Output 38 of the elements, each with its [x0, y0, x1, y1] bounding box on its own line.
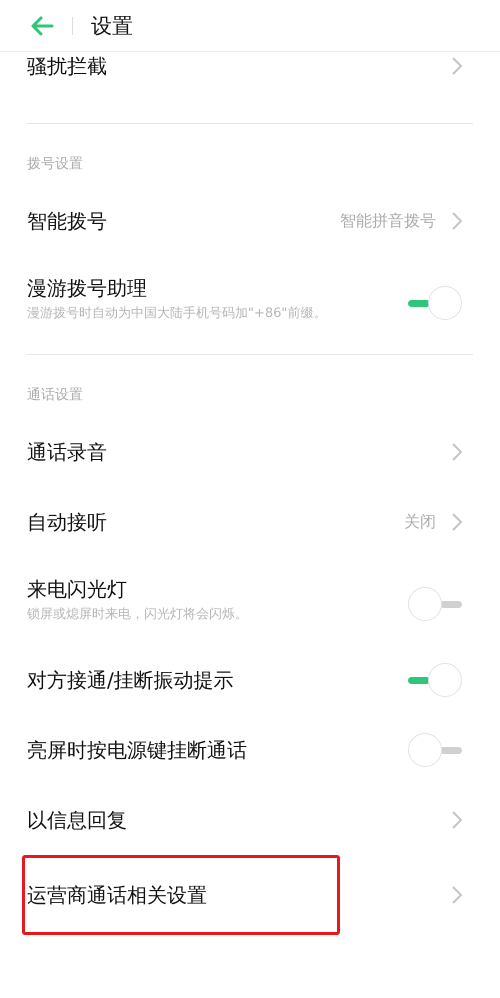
setting-title: 亮屏时按电源键挂断通话 — [27, 737, 248, 764]
setting-title: 来电闪光灯 — [27, 576, 128, 603]
settings-row[interactable]: 亮屏时按电源键挂断通话 — [0, 715, 500, 785]
settings-row[interactable]: 运营商通话相关设置 — [0, 855, 500, 935]
section-label: 通话设置 — [26, 386, 84, 405]
settings-row[interactable]: 来电闪光灯 锁屏或熄屏时来电，闪光灯将会闪烁。 — [0, 557, 500, 645]
toggle-switch[interactable] — [408, 286, 462, 320]
page-title: 设置 — [91, 12, 133, 40]
settings-row[interactable]: 漫游拨号助理 漫游拨号时自动为中国大陆手机号码加"+86"前缀。 — [0, 256, 500, 344]
setting-title: 自动接听 — [27, 509, 108, 536]
settings-row[interactable]: 通话录音 — [0, 417, 500, 487]
setting-title: 以信息回复 — [27, 807, 128, 834]
back-arrow-icon[interactable] — [30, 16, 54, 36]
chevron-right-icon — [452, 57, 462, 75]
toggle-switch[interactable] — [408, 733, 462, 767]
chevron-right-icon — [452, 886, 462, 904]
chevron-right-icon — [452, 443, 462, 461]
settings-row[interactable]: 以信息回复 — [0, 785, 500, 855]
settings-row[interactable]: 自动接听 关闭 — [0, 487, 500, 557]
setting-title: 智能拨号 — [27, 208, 108, 235]
chevron-right-icon — [452, 212, 462, 230]
setting-title: 漫游拨号助理 — [27, 275, 148, 302]
setting-title: 运营商通话相关设置 — [27, 882, 208, 909]
chevron-right-icon — [452, 513, 462, 531]
settings-row[interactable]: 智能拨号 智能拼音拨号 — [0, 186, 500, 256]
setting-value: 智能拼音拨号 — [340, 210, 436, 232]
toggle-switch[interactable] — [408, 587, 462, 621]
setting-title: 通话录音 — [27, 439, 108, 466]
toggle-switch[interactable] — [408, 663, 462, 697]
settings-row[interactable]: 骚扰拦截 — [0, 52, 500, 123]
chevron-right-icon — [452, 811, 462, 829]
setting-title: 对方接通/挂断振动提示 — [27, 667, 235, 694]
setting-title: 骚扰拦截 — [27, 53, 108, 80]
setting-description: 锁屏或熄屏时来电，闪光灯将会闪烁。 — [27, 606, 249, 624]
setting-description: 漫游拨号时自动为中国大陆手机号码加"+86"前缀。 — [27, 305, 328, 323]
setting-value: 关闭 — [404, 512, 436, 532]
settings-row[interactable]: 对方接通/挂断振动提示 — [0, 645, 500, 715]
section-label: 拨号设置 — [26, 155, 84, 174]
